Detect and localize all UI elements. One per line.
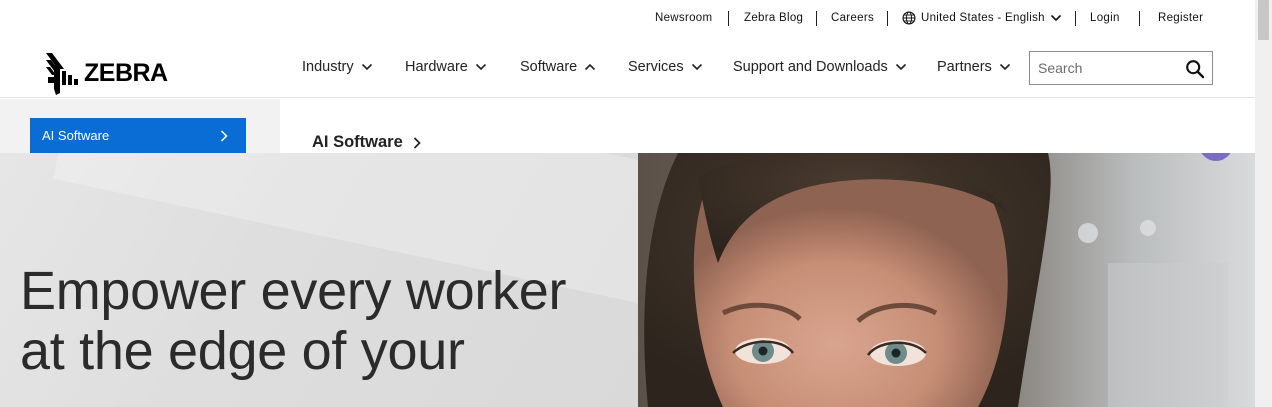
newsroom-link[interactable]: Newsroom — [655, 12, 712, 24]
divider — [887, 11, 888, 26]
submenu-button-label: AI Software — [42, 128, 110, 143]
divider — [728, 11, 729, 26]
nav-partners[interactable]: Partners — [937, 59, 1011, 75]
nav-software-label: Software — [520, 59, 578, 75]
nav-software[interactable]: Software — [520, 59, 596, 75]
page-scrollbar[interactable] — [1255, 0, 1272, 407]
chevron-up-icon — [585, 63, 596, 71]
globe-icon — [902, 11, 916, 25]
chat-widget-button[interactable] — [1199, 153, 1233, 161]
login-label: Login — [1090, 12, 1120, 24]
hero-banner: Empower every worker at the edge of your — [0, 153, 1255, 407]
nav-partners-label: Partners — [937, 59, 992, 75]
divider — [816, 11, 817, 26]
hero-title: Empower every worker at the edge of your — [20, 261, 567, 381]
submenu-sidebar: AI Software — [0, 99, 280, 153]
chevron-right-icon — [413, 136, 421, 149]
careers-link[interactable]: Careers — [831, 12, 874, 24]
blog-link[interactable]: Zebra Blog — [744, 12, 803, 24]
submenu-ai-software-button[interactable]: AI Software — [30, 118, 246, 153]
newsroom-label: Newsroom — [655, 12, 713, 24]
nav-support[interactable]: Support and Downloads — [733, 59, 907, 75]
register-label: Register — [1158, 12, 1204, 24]
nav-industry[interactable]: Industry — [302, 59, 373, 75]
chevron-down-icon — [999, 63, 1010, 71]
submenu-heading: AI Software — [312, 133, 403, 151]
chevron-down-icon — [1050, 14, 1061, 22]
divider — [1139, 11, 1140, 26]
hero-photo-worker — [638, 153, 1255, 407]
careers-label: Careers — [831, 12, 875, 24]
utility-bar: Newsroom Zebra Blog Careers United State… — [0, 0, 1255, 38]
region-selector[interactable]: United States - English — [902, 11, 1062, 25]
region-label: United States - English — [921, 12, 1045, 24]
blog-label: Zebra Blog — [744, 12, 804, 24]
search-input[interactable] — [1038, 53, 1183, 83]
search-icon[interactable] — [1185, 59, 1205, 79]
search-box — [1029, 51, 1213, 85]
chevron-right-icon — [220, 130, 228, 142]
brand-name: ZEBRA — [84, 58, 168, 87]
chevron-down-icon — [895, 63, 906, 71]
nav-support-label: Support and Downloads — [733, 59, 888, 75]
chevron-down-icon — [691, 63, 702, 71]
nav-industry-label: Industry — [302, 59, 354, 75]
nav-services[interactable]: Services — [628, 59, 703, 75]
submenu-heading-link[interactable]: AI Software — [312, 133, 421, 152]
nav-services-label: Services — [628, 59, 684, 75]
zebra-logo[interactable]: ZEBRA — [44, 51, 168, 95]
chevron-down-icon — [361, 63, 372, 71]
zebra-logo-icon — [46, 53, 78, 95]
chevron-down-icon — [475, 63, 486, 71]
scrollbar-thumb[interactable] — [1258, 0, 1269, 40]
nav-hardware-label: Hardware — [405, 59, 468, 75]
hero-text-panel: Empower every worker at the edge of your — [0, 153, 638, 407]
login-link[interactable]: Login — [1090, 12, 1120, 24]
divider — [1075, 11, 1076, 26]
main-nav: ZEBRA Industry Hardware Software Service… — [0, 38, 1255, 98]
register-link[interactable]: Register — [1158, 12, 1203, 24]
nav-hardware[interactable]: Hardware — [405, 59, 487, 75]
